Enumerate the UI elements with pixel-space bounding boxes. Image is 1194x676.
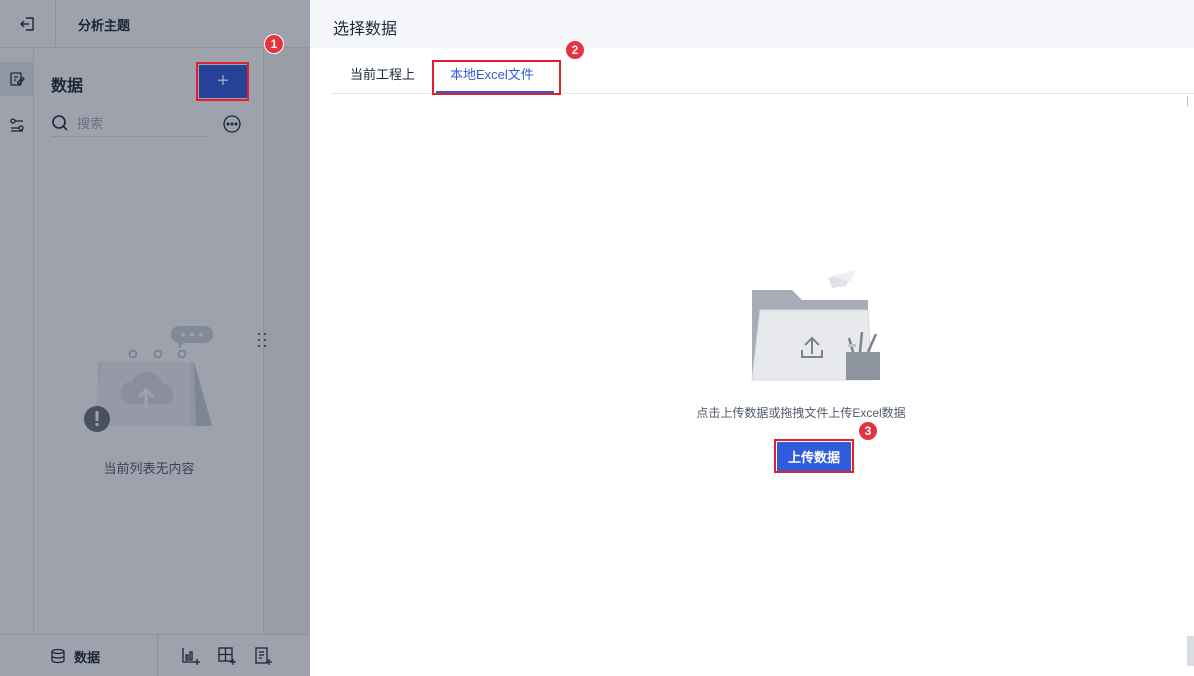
step-badge-3: 3 (858, 421, 878, 441)
left-panel: 分析主题 数据 + 搜索 当前列表无内容 数据 (0, 0, 310, 676)
highlight-box-upload (774, 439, 854, 473)
app-root: 分析主题 数据 + 搜索 当前列表无内容 数据 选择数据 当前工程上 本地Exc… (0, 0, 1194, 676)
scrollbar-marker (1187, 96, 1188, 106)
folder-upload-illustration (751, 270, 880, 381)
tab-current-project[interactable]: 当前工程上 (350, 64, 415, 83)
highlight-box-add (196, 62, 249, 101)
step-badge-1: 1 (264, 34, 284, 54)
select-data-dialog: 选择数据 当前工程上 本地Excel文件 点击上传数据或拖拽文件上传Excel数… (310, 0, 1194, 676)
scrollbar-thumb[interactable] (1187, 636, 1194, 666)
upload-hint-text: 点击上传数据或拖拽文件上传Excel数据 (696, 406, 906, 420)
modal-overlay[interactable] (0, 0, 310, 676)
dialog-title: 选择数据 (333, 21, 398, 38)
dialog-header: 选择数据 (310, 0, 1194, 48)
step-badge-2: 2 (565, 40, 585, 60)
highlight-box-tab (432, 60, 561, 95)
